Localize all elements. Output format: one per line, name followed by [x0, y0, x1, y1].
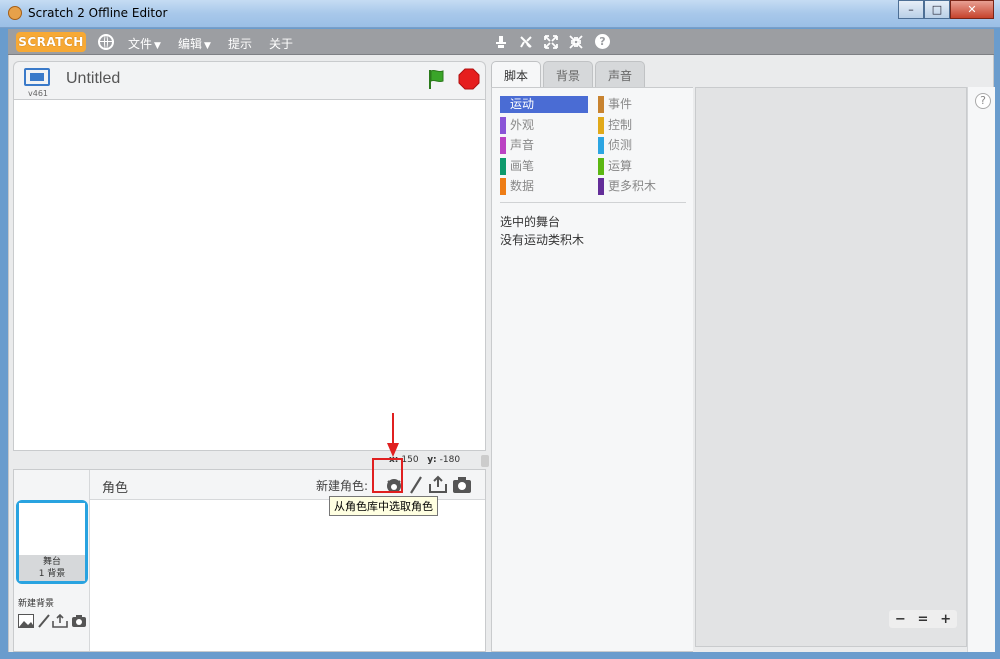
shrink-icon[interactable]	[568, 34, 584, 50]
x-value: 150	[401, 455, 419, 465]
close-button[interactable]: ✕	[950, 0, 994, 19]
category-control[interactable]: 控制	[598, 117, 686, 134]
stage-header: v461 Untitled	[13, 61, 486, 99]
new-sprite-label: 新建角色:	[316, 479, 369, 493]
fullscreen-icon[interactable]	[24, 68, 50, 86]
zoom-out-button[interactable]: −	[895, 612, 906, 627]
duplicate-icon[interactable]	[493, 34, 509, 50]
chevron-down-icon: ▼	[154, 41, 161, 51]
editor-tabs: 脚本 背景 声音	[491, 61, 647, 88]
category-data[interactable]: 数据	[500, 178, 588, 195]
version-label: v461	[28, 89, 49, 98]
tab-sounds[interactable]: 声音	[595, 61, 646, 87]
paint-new-sprite-icon[interactable]	[406, 475, 426, 495]
paint-backdrop-from-library-icon[interactable]	[18, 614, 34, 628]
scratch-cat-icon	[8, 6, 22, 20]
y-label: y:	[427, 455, 437, 465]
grow-icon[interactable]	[543, 34, 559, 50]
chevron-down-icon: ▼	[204, 41, 211, 51]
language-globe-icon[interactable]	[98, 34, 114, 50]
window-title: Scratch 2 Offline Editor	[28, 6, 168, 20]
tab-scripts[interactable]: 脚本	[491, 61, 542, 88]
annotation-highlight-box	[372, 458, 403, 493]
tab-backdrops[interactable]: 背景	[543, 61, 594, 87]
zoom-controls: − = +	[889, 610, 957, 628]
menu-edit[interactable]: 编辑 ▼	[178, 35, 211, 52]
palette-message-selected: 选中的舞台	[500, 215, 561, 229]
window-controls: – □ ✕	[898, 0, 994, 20]
green-flag-icon[interactable]	[426, 68, 448, 90]
category-looks[interactable]: 外观	[500, 117, 588, 134]
tooltip: 从角色库中选取角色	[329, 496, 438, 516]
category-events[interactable]: 事件	[598, 96, 686, 113]
menu-bar: SCRATCH 文件 ▼ 编辑 ▼ 提示 关于 ?	[8, 29, 994, 55]
y-value: -180	[439, 455, 461, 465]
upload-sprite-icon[interactable]	[428, 475, 448, 495]
camera-icon[interactable]	[71, 614, 87, 628]
stage-canvas[interactable]	[13, 99, 486, 451]
delete-icon[interactable]	[518, 34, 534, 50]
menu-about[interactable]: 关于	[269, 35, 293, 52]
zoom-in-button[interactable]: +	[940, 612, 951, 627]
sprites-title: 角色	[102, 481, 129, 496]
scratch-logo[interactable]: SCRATCH	[16, 32, 86, 52]
stop-icon[interactable]	[458, 68, 480, 90]
script-gutter	[967, 87, 995, 652]
maximize-button[interactable]: □	[924, 0, 950, 19]
window-title-bar: Scratch 2 Offline Editor – □ ✕	[0, 0, 1000, 28]
project-title[interactable]: Untitled	[66, 70, 120, 88]
palette-message-none: 没有运动类积木	[500, 233, 585, 247]
minimize-button[interactable]: –	[898, 0, 924, 19]
stage-name: 舞台	[42, 557, 61, 567]
category-operators[interactable]: 运算	[598, 158, 686, 175]
new-sprite-from-camera-icon[interactable]	[452, 475, 472, 495]
category-sensing[interactable]: 侦测	[598, 137, 686, 154]
category-more-blocks[interactable]: 更多积木	[598, 178, 686, 195]
category-motion[interactable]: 运动	[500, 96, 588, 113]
upload-icon[interactable]	[52, 614, 68, 628]
script-help-icon[interactable]: ?	[975, 93, 991, 109]
backdrop-count: 1 背景	[38, 569, 66, 579]
category-pen[interactable]: 画笔	[500, 158, 588, 175]
stage-thumbnail[interactable]: 舞台 1 背景	[16, 500, 88, 584]
menu-file[interactable]: 文件 ▼	[128, 35, 161, 52]
new-backdrop-label: 新建背景	[18, 599, 55, 609]
paint-brush-icon[interactable]	[36, 614, 52, 628]
zoom-reset-button[interactable]: =	[918, 612, 929, 627]
menu-tips[interactable]: 提示	[228, 35, 252, 52]
editor-frame: v461 Untitled x: 150 y: -180 舞台 1 背景 新建背景	[8, 55, 995, 652]
help-icon[interactable]: ?	[595, 34, 610, 49]
collapse-stage-button[interactable]	[481, 455, 489, 467]
menu-file-label: 文件	[128, 37, 153, 51]
block-palette: 运动 外观 声音 画笔 数据 事件 控制 侦测 运算 更多积木 选中的舞台 没有…	[491, 87, 693, 652]
stage-thumbnail-label: 舞台 1 背景	[19, 555, 85, 581]
category-sound[interactable]: 声音	[500, 137, 588, 154]
menu-edit-label: 编辑	[178, 37, 203, 51]
stage-thumbnail-column: 舞台 1 背景 新建背景	[14, 470, 90, 651]
script-area[interactable]	[695, 87, 967, 647]
palette-divider	[500, 202, 686, 203]
stage-thumbnail-image	[19, 503, 85, 555]
annotation-arrow-icon	[387, 413, 399, 457]
